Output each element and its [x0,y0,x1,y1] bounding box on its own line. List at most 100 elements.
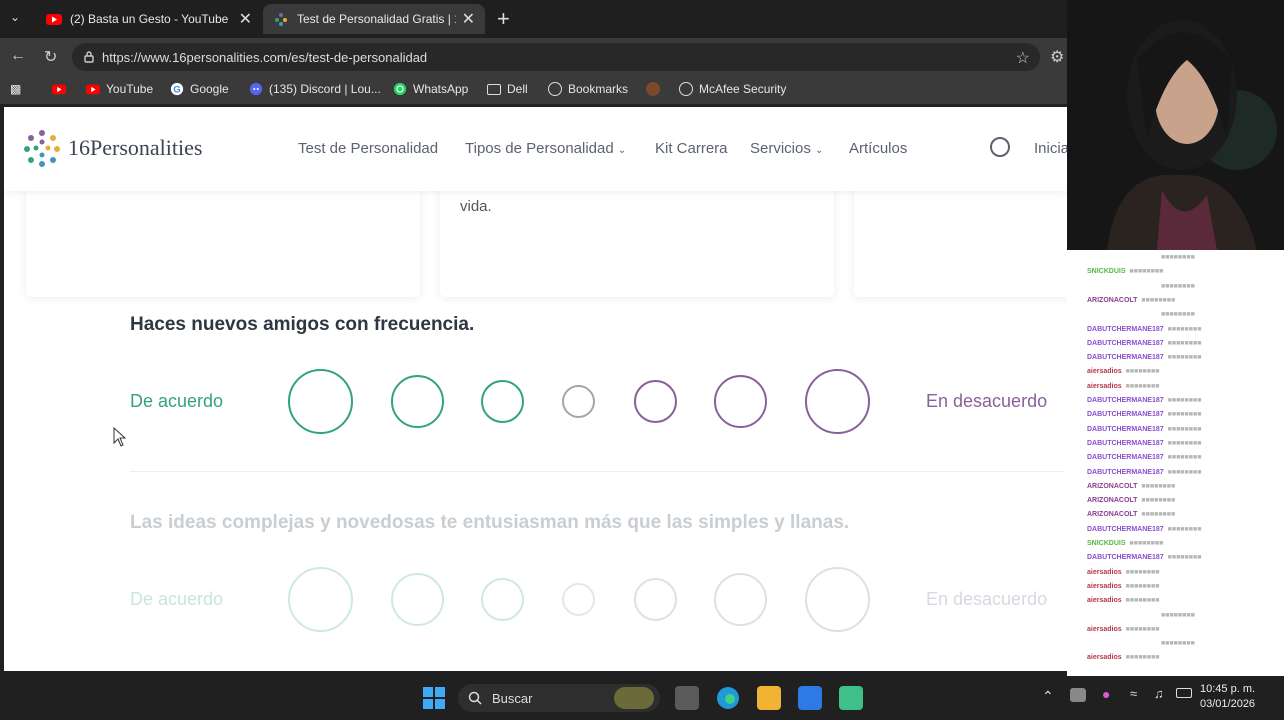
chat-username: DABUTCHERMANE187 [1087,554,1164,562]
chat-username: DABUTCHERMANE187 [1087,468,1164,476]
chevron-up-icon[interactable]: ⌃ [1042,688,1054,705]
question-1-option-slightly-disagree[interactable] [634,380,677,423]
tab-16personalities[interactable]: Test de Personalidad Gratis | 16Per ✕ [263,4,485,34]
google-icon: G [170,82,184,96]
question-1-option-strongly-agree[interactable] [288,369,353,434]
windows-start-icon[interactable] [422,686,446,710]
accessibility-icon[interactable] [990,137,1010,157]
bookmark-whatsapp[interactable]: WhatsApp [393,82,468,96]
chat-message: aiersadios ■■■■■■■■ [1087,368,1159,375]
question-1-option-slightly-agree[interactable] [481,380,524,423]
nav-test-de-personalidad[interactable]: Test de Personalidad [298,140,438,157]
question-1-option-agree[interactable] [391,375,444,428]
bookmark-extension-icon[interactable] [646,82,666,96]
chat-message: DABUTCHERMANE187 ■■■■■■■■ [1087,354,1201,361]
question-2-option-slightly-agree[interactable] [481,578,524,621]
youtube-icon [86,84,100,95]
chat-message: ■■■■■■■■ [1157,254,1195,261]
question-2-option-strongly-agree[interactable] [288,567,353,632]
new-tab-plus-icon[interactable]: + [497,6,510,32]
question-2-option-slightly-disagree[interactable] [634,578,677,621]
reload-icon[interactable]: ↻ [44,47,57,67]
stream-chat-panel: ■■■■■■■■ SNICKDUIS ■■■■■■■■ ■■■■■■■■ ARIZONA… [1067,250,1284,676]
bookmark-mcafee[interactable]: McAfee Security [679,82,786,96]
chat-message: DABUTCHERMANE187 ■■■■■■■■ [1087,326,1201,333]
chat-message-text: ■■■■■■■■ [1129,540,1164,547]
microsoft-store-icon[interactable] [798,686,822,710]
chat-message: DABUTCHERMANE187 ■■■■■■■■ [1087,440,1201,447]
chat-username: SNICKDUIS [1087,540,1126,547]
apps-icon[interactable]: ▩ [10,82,21,96]
question-1-option-disagree[interactable] [714,375,767,428]
nav-iniciar-sesion[interactable]: Inicia [1034,140,1067,157]
url-field[interactable]: https://www.16personalities.com/es/test-… [72,43,1040,71]
tab-youtube[interactable]: (2) Basta un Gesto - YouTube ✕ [36,4,262,34]
chevron-down-icon: ⌄ [815,145,824,156]
site-info-icon[interactable] [82,50,96,64]
nav-kit-carrera[interactable]: Kit Carrera [655,140,728,157]
bookmark-discord[interactable]: (135) Discord | Lou... [249,82,381,96]
bookmark-star-icon[interactable]: ☆ [1016,48,1030,68]
16personalities-logo-icon[interactable] [22,128,62,168]
back-arrow-icon[interactable]: ← [10,47,26,65]
close-tab-icon[interactable]: ✕ [239,9,252,29]
clock-time: 10:45 p. m. [1200,683,1256,695]
bookmark-label: Dell [507,82,528,96]
chat-message: ARIZONACOLT ■■■■■■■■ [1087,297,1175,304]
chat-message-text: ■■■■■■■■ [1167,325,1202,333]
chat-message: DABUTCHERMANE187 ■■■■■■■■ [1087,426,1201,433]
chat-message: ARIZONACOLT ■■■■■■■■ [1087,497,1175,504]
site-logo-text[interactable]: 16Personalities [68,135,202,161]
speaker-icon[interactable]: ♫ [1154,686,1164,701]
search-highlight-icon [614,687,654,709]
question-2-option-disagree[interactable] [714,573,767,626]
question-2-option-neutral[interactable] [562,583,595,616]
close-tab-icon[interactable]: ✕ [462,9,475,29]
nav-tipos-de-personalidad[interactable]: Tipos de Personalidad ⌄ [465,140,626,157]
system-clock[interactable]: 10:45 p. m. 03/01/2026 [1200,682,1255,712]
question-2-option-strongly-disagree[interactable] [805,567,870,632]
wifi-icon[interactable]: ≈ [1130,686,1137,701]
question-1-option-neutral[interactable] [562,385,595,418]
clock-date: 03/01/2026 [1200,698,1256,710]
file-explorer-icon[interactable] [757,686,781,710]
nav-articulos[interactable]: Artículos [849,140,907,157]
chat-message-text: ■■■■■■■■ [1161,254,1195,261]
chat-message: aiersadios ■■■■■■■■ [1087,569,1159,576]
chat-message-text: ■■■■■■■■ [1125,568,1160,576]
bookmark-dell[interactable]: Dell [487,82,528,96]
chat-message: DABUTCHERMANE187 ■■■■■■■■ [1087,454,1201,461]
url-text: https://www.16personalities.com/es/test-… [102,49,428,65]
chat-username: ARIZONACOLT [1087,497,1138,505]
app-icon[interactable] [839,686,863,710]
chat-message: ■■■■■■■■ [1157,311,1195,318]
tray-app-icon[interactable] [1070,688,1086,702]
bookmark-google[interactable]: G Google [170,82,229,96]
question-1-option-strongly-disagree[interactable] [805,369,870,434]
battery-icon[interactable] [1176,688,1192,698]
chat-username: DABUTCHERMANE187 [1087,425,1164,433]
chat-username: DABUTCHERMANE187 [1087,454,1164,462]
task-view-icon[interactable] [675,686,699,710]
chat-message-text: ■■■■■■■■ [1129,268,1164,276]
question-2-option-agree[interactable] [391,573,444,626]
chat-message: aiersadios ■■■■■■■■ [1087,626,1159,633]
microphone-icon[interactable]: ● [1102,686,1110,702]
chat-message: DABUTCHERMANE187 ■■■■■■■■ [1087,526,1201,533]
chat-message: DABUTCHERMANE187 ■■■■■■■■ [1087,554,1201,561]
tab-list-chevron-icon[interactable]: ⌄ [10,10,20,24]
chat-message: DABUTCHERMANE187 ■■■■■■■■ [1087,340,1201,347]
edge-browser-icon[interactable] [716,686,740,710]
bookmark-youtube[interactable]: YouTube [86,82,153,96]
chat-message: ARIZONACOLT ■■■■■■■■ [1087,483,1175,490]
bookmark-youtube-app[interactable] [52,82,72,96]
nav-servicios[interactable]: Servicios ⌄ [750,140,823,157]
chat-message-text: ■■■■■■■■ [1141,511,1176,519]
chat-message-text: ■■■■■■■■ [1167,397,1202,404]
globe-icon [679,82,693,96]
extension-icon[interactable]: ⚙ [1050,47,1064,67]
taskbar-search-box[interactable]: Buscar [458,684,660,712]
bookmark-bookmarks[interactable]: Bookmarks [548,82,628,96]
whatsapp-icon [393,82,407,96]
question-1-text: Haces nuevos amigos con frecuencia. [130,314,475,335]
